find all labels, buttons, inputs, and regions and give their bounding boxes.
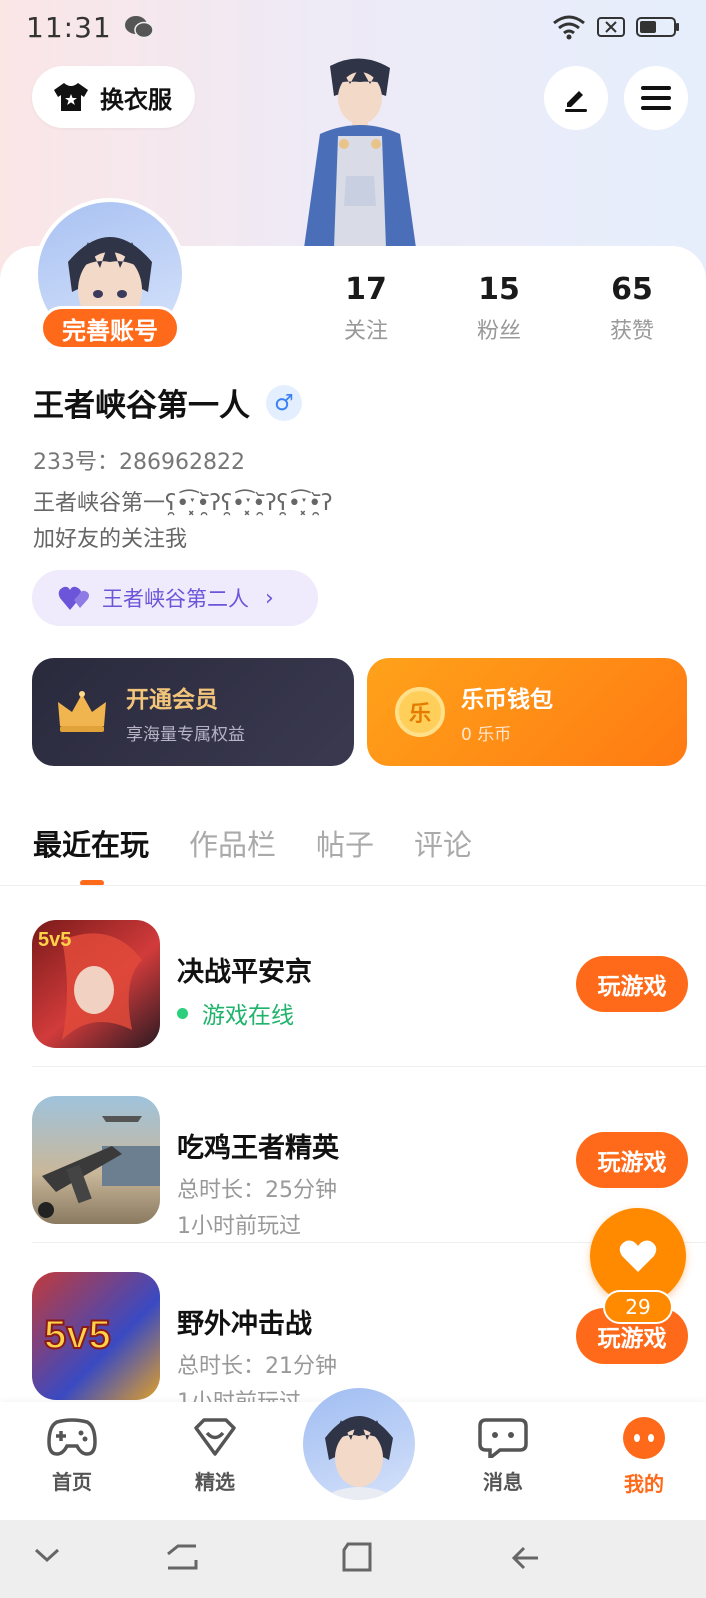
game-name: 吃鸡王者精英 xyxy=(177,1133,339,1164)
stat-following-count: 17 xyxy=(345,272,387,307)
wallet-card[interactable]: 乐 乐币钱包 0 乐币 xyxy=(367,658,687,766)
nav-home[interactable]: 首页 xyxy=(27,1416,117,1495)
menu-button[interactable] xyxy=(624,66,688,130)
stat-followers[interactable]: 15 粉丝 xyxy=(439,272,559,345)
home-square-icon[interactable] xyxy=(338,1540,374,1576)
thumb-text: 5v5 xyxy=(44,1313,111,1357)
chat-bubble-icon xyxy=(478,1418,528,1462)
game-thumbnail xyxy=(32,1096,160,1224)
avatar-figure xyxy=(304,58,416,248)
game-name: 决战平安京 xyxy=(177,957,312,988)
divider xyxy=(0,885,706,886)
tab-comments[interactable]: 评论 xyxy=(414,822,472,864)
nav-me[interactable]: 我的 xyxy=(599,1416,689,1497)
online-dot-icon xyxy=(177,1007,188,1019)
bio-line: 王者峡谷第一ʕ̯•͡ˑ͓•̯᷅ʔʕ̯•͡ˑ͓•̯᷅ʔʕ̯•͡ˑ͓•̯᷅ʔ xyxy=(33,491,333,516)
complete-account-button[interactable]: 完善账号 xyxy=(40,306,180,350)
heart-icon xyxy=(619,1240,657,1272)
face-icon xyxy=(623,1417,665,1459)
wallet-title: 乐币钱包 xyxy=(461,686,553,713)
wallet-balance: 0 乐币 xyxy=(461,724,512,745)
change-outfit-button[interactable]: 换衣服 xyxy=(32,66,195,128)
wechat-icon xyxy=(124,16,154,39)
play-game-button[interactable]: 玩游戏 xyxy=(576,1132,688,1188)
game-last-played: 1小时前玩过 xyxy=(177,1214,301,1239)
system-nav-bar xyxy=(0,1520,706,1598)
nav-me-label: 我的 xyxy=(624,1472,664,1496)
stat-following-label: 关注 xyxy=(343,319,388,344)
divider xyxy=(32,1066,706,1067)
male-gender-icon: ♂ xyxy=(266,385,302,421)
username: 王者峡谷第一人 xyxy=(33,388,250,424)
game-online-status: 游戏在线 xyxy=(177,996,294,1030)
game-thumbnail: 5v5 xyxy=(32,920,160,1048)
bio: 王者峡谷第一ʕ̯•͡ˑ͓•̯᷅ʔʕ̯•͡ˑ͓•̯᷅ʔʕ̯•͡ˑ͓•̯᷅ʔ 加好友… xyxy=(33,486,332,558)
tab-posts[interactable]: 帖子 xyxy=(316,822,374,864)
game-art xyxy=(38,1116,160,1218)
game-thumbnail: 5v5 xyxy=(32,1272,160,1400)
nav-messages[interactable]: 消息 xyxy=(458,1416,548,1495)
pencil-icon xyxy=(565,91,587,112)
like-count-badge: 29 xyxy=(603,1290,673,1324)
no-sim-icon xyxy=(597,17,625,37)
stat-likes-count: 65 xyxy=(611,272,653,307)
tab-works[interactable]: 作品栏 xyxy=(189,822,276,864)
stat-likes[interactable]: 65 获赞 xyxy=(572,272,692,345)
nav-messages-label: 消息 xyxy=(483,1470,523,1494)
vip-card[interactable]: 开通会员 享海量专属权益 xyxy=(32,658,354,766)
couple-label: 王者峡谷第二人 xyxy=(102,587,249,611)
couple-link-button[interactable]: 王者峡谷第二人 › xyxy=(32,570,318,626)
play-game-button[interactable]: 玩游戏 xyxy=(576,956,688,1012)
stat-likes-label: 获赞 xyxy=(609,319,654,344)
nav-featured[interactable]: 精选 xyxy=(170,1416,260,1495)
hamburger-icon xyxy=(641,86,671,110)
status-time: 11:31 xyxy=(26,10,112,44)
wifi-icon xyxy=(553,15,585,40)
tab-recent[interactable]: 最近在玩 xyxy=(33,822,149,864)
coin-icon: 乐 xyxy=(395,687,445,737)
stat-following[interactable]: 17 关注 xyxy=(306,272,426,345)
game-playtime: 总时长：25分钟 xyxy=(177,1178,337,1203)
coin-char: 乐 xyxy=(408,702,431,727)
shirt-icon xyxy=(54,83,88,111)
game-art: 5v5 xyxy=(38,929,142,1040)
game-playtime: 总时长：21分钟 xyxy=(177,1354,337,1379)
gamepad-icon xyxy=(47,1418,97,1456)
crown-icon xyxy=(58,691,106,732)
heart-box-icon xyxy=(194,1418,236,1456)
thumb-text: 5v5 xyxy=(38,929,71,951)
nav-featured-label: 精选 xyxy=(195,1470,235,1494)
outfit-label: 换衣服 xyxy=(100,85,172,114)
chevron-down-icon[interactable] xyxy=(32,1540,62,1570)
status-bar: 11:31 xyxy=(0,0,706,54)
chevron-right-icon: › xyxy=(265,585,274,611)
nav-avatar-button[interactable] xyxy=(303,1388,415,1500)
double-heart-icon xyxy=(58,586,89,610)
game-row[interactable]: 5v5 决战平安京 游戏在线 玩游戏 xyxy=(32,920,706,1080)
user-id: 233号：286962822 xyxy=(33,450,245,475)
online-label: 游戏在线 xyxy=(202,1003,294,1029)
game-art: 5v5 xyxy=(43,1312,112,1358)
stat-followers-count: 15 xyxy=(478,272,520,307)
game-name: 野外冲击战 xyxy=(177,1309,312,1340)
nav-home-label: 首页 xyxy=(52,1470,92,1494)
battery-icon xyxy=(636,17,679,37)
stat-followers-label: 粉丝 xyxy=(476,319,521,344)
status-icons xyxy=(552,14,680,40)
back-arrow-icon[interactable] xyxy=(508,1540,544,1576)
edit-profile-button[interactable] xyxy=(544,66,608,130)
nav-avatar-portrait xyxy=(317,1416,401,1500)
vip-title: 开通会员 xyxy=(126,686,218,713)
vip-subtitle: 享海量专属权益 xyxy=(126,724,245,745)
recent-apps-icon[interactable] xyxy=(164,1540,200,1576)
content-tabs: 最近在玩 作品栏 帖子 评论 xyxy=(33,822,472,864)
bio-line: 加好友的关注我 xyxy=(33,527,188,552)
